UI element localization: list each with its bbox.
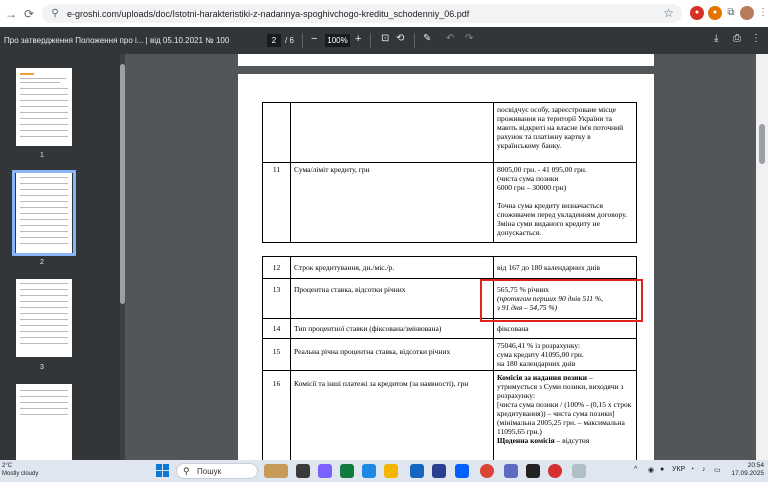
document-title: Про затвердження Положення про і... | ві…: [4, 36, 230, 45]
search-icon: ⚲: [183, 466, 190, 476]
viewer-scrollbar[interactable]: [756, 54, 768, 460]
zoom-level-input[interactable]: 100%: [325, 34, 350, 47]
page-total: / 6: [285, 36, 294, 45]
table-cell: Комісія за надання позики – утримується …: [493, 370, 637, 460]
toolbar-divider: [302, 33, 303, 48]
characteristics-table: посвідчує особу, зареєстроване місце про…: [262, 102, 637, 243]
table-cell: Реальна річна процентна ставка, відсотки…: [290, 338, 494, 371]
rotate-icon[interactable]: ⟲: [396, 33, 404, 44]
app-icon[interactable]: [504, 464, 518, 478]
page-thumbnail-label: 3: [40, 364, 44, 371]
reload-icon[interactable]: ⟳: [22, 7, 36, 21]
volume-icon[interactable]: ♪: [702, 466, 706, 473]
table-cell: 75046,41 % із розрахунку: сума кредиту 4…: [493, 338, 637, 371]
opera-icon[interactable]: [548, 464, 562, 478]
toolbar-divider: [414, 33, 415, 48]
table-cell: Тип процентної ставки (фіксована/змінюва…: [290, 318, 494, 339]
toolbar-divider: [370, 33, 371, 48]
browser-menu-icon[interactable]: ⋮: [756, 6, 768, 20]
table-cell: 8005,00 грн. - 41 095,00 грн. (чиста сум…: [493, 162, 637, 243]
battery-icon[interactable]: ▭: [714, 466, 721, 474]
dropbox-icon[interactable]: [455, 464, 469, 478]
undo-icon[interactable]: ↶: [446, 33, 454, 44]
site-info-icon[interactable]: ⚲: [48, 7, 62, 21]
tray-chevron-icon[interactable]: ^: [634, 466, 637, 473]
pdf-viewer: посвідчує особу, зареєстроване місце про…: [125, 54, 768, 460]
system-clock[interactable]: 20:54 17.09.2025: [731, 462, 764, 478]
download-icon[interactable]: ⤓: [714, 33, 718, 44]
table-cell: Строк кредитування, дн./міс./р.: [290, 256, 494, 279]
table-cell: Комісії та інші платежі за кредитом (за …: [290, 370, 494, 460]
page-thumbnail-label: 2: [40, 259, 44, 266]
page-thumbnail-label: 1: [40, 152, 44, 159]
url-text: e-groshi.com/uploads/doc/Istotni-harakte…: [67, 8, 470, 19]
table-cell: від 167 до 180 календарних днів: [493, 256, 637, 279]
pdf-page-1: [238, 54, 654, 66]
taskbar: 2°C Mostly cloudy ⚲ Пошук ^ ◉ ● УКР ◔ ♪ …: [0, 460, 768, 482]
table-cell: Процентна ставка, відсотки річних: [290, 278, 494, 319]
page-thumbnail-4[interactable]: [16, 384, 72, 460]
more-options-icon[interactable]: ⋮: [751, 33, 761, 44]
task-view-icon[interactable]: [296, 464, 310, 478]
print-icon[interactable]: ⎙: [733, 33, 741, 44]
wifi-icon[interactable]: ◔: [690, 466, 694, 473]
language-indicator[interactable]: УКР: [672, 466, 685, 473]
thumbnail-sidebar: 1 2 3: [0, 54, 125, 460]
app-l-icon[interactable]: [410, 464, 424, 478]
tray-app-icon[interactable]: ●: [660, 466, 664, 473]
address-bar[interactable]: ⚲ e-groshi.com/uploads/doc/Istotni-harak…: [42, 4, 682, 23]
browser-toolbar: → ⟳ ⚲ e-groshi.com/uploads/doc/Istotni-h…: [0, 0, 768, 27]
bookmark-star-icon[interactable]: ☆: [663, 6, 674, 20]
table-row: 15 Реальна річна процентна ставка, відсо…: [262, 338, 637, 371]
edge-icon[interactable]: [340, 464, 354, 478]
file-explorer-icon[interactable]: [384, 464, 398, 478]
app-icon[interactable]: [572, 464, 586, 478]
table-cell: посвідчує особу, зареєстроване місце про…: [493, 102, 637, 163]
pdf-toolbar: Про затвердження Положення про і... | ві…: [0, 27, 768, 54]
table-row: посвідчує особу, зареєстроване місце про…: [262, 102, 637, 163]
annotate-icon[interactable]: ✎: [423, 33, 431, 44]
table-row: 16 Комісії та інші платежі за кредитом (…: [262, 370, 637, 460]
taskbar-search[interactable]: ⚲ Пошук: [176, 463, 258, 479]
extensions-puzzle-icon[interactable]: ⧉: [724, 6, 738, 20]
profile-avatar[interactable]: [740, 6, 754, 20]
page-thumbnail-3[interactable]: [16, 279, 72, 357]
extension-adblock-icon[interactable]: ●: [690, 6, 704, 20]
fit-page-icon[interactable]: ⊡: [381, 33, 389, 44]
taskbar-app-icon[interactable]: [264, 464, 288, 478]
app-icon[interactable]: [526, 464, 540, 478]
weather-widget[interactable]: 2°C Mostly cloudy: [2, 462, 38, 478]
app-icon[interactable]: [432, 464, 446, 478]
page-number-input[interactable]: 2: [267, 34, 281, 47]
windows-start-icon[interactable]: [156, 464, 170, 478]
highlight-box: [480, 279, 643, 322]
zoom-in-icon[interactable]: +: [355, 33, 361, 45]
browser-icon[interactable]: [362, 464, 376, 478]
forward-icon[interactable]: →: [4, 7, 18, 21]
table-cell: Сума/ліміт кредиту, грн: [290, 162, 494, 243]
table-row: 11 Сума/ліміт кредиту, грн 8005,00 грн. …: [262, 162, 637, 243]
redo-icon[interactable]: ↷: [465, 33, 473, 44]
table-row: 12 Строк кредитування, дн./міс./р. від 1…: [262, 256, 637, 279]
page-thumbnail-1[interactable]: [16, 68, 72, 146]
pdf-page-2: посвідчує особу, зареєстроване місце про…: [238, 74, 654, 460]
chrome-icon[interactable]: [480, 464, 494, 478]
page-thumbnail-2[interactable]: [16, 173, 72, 253]
extension-icon[interactable]: ●: [708, 6, 722, 20]
zoom-out-icon[interactable]: −: [311, 33, 317, 45]
copilot-icon[interactable]: [318, 464, 332, 478]
tray-app-icon[interactable]: ◉: [648, 466, 654, 474]
